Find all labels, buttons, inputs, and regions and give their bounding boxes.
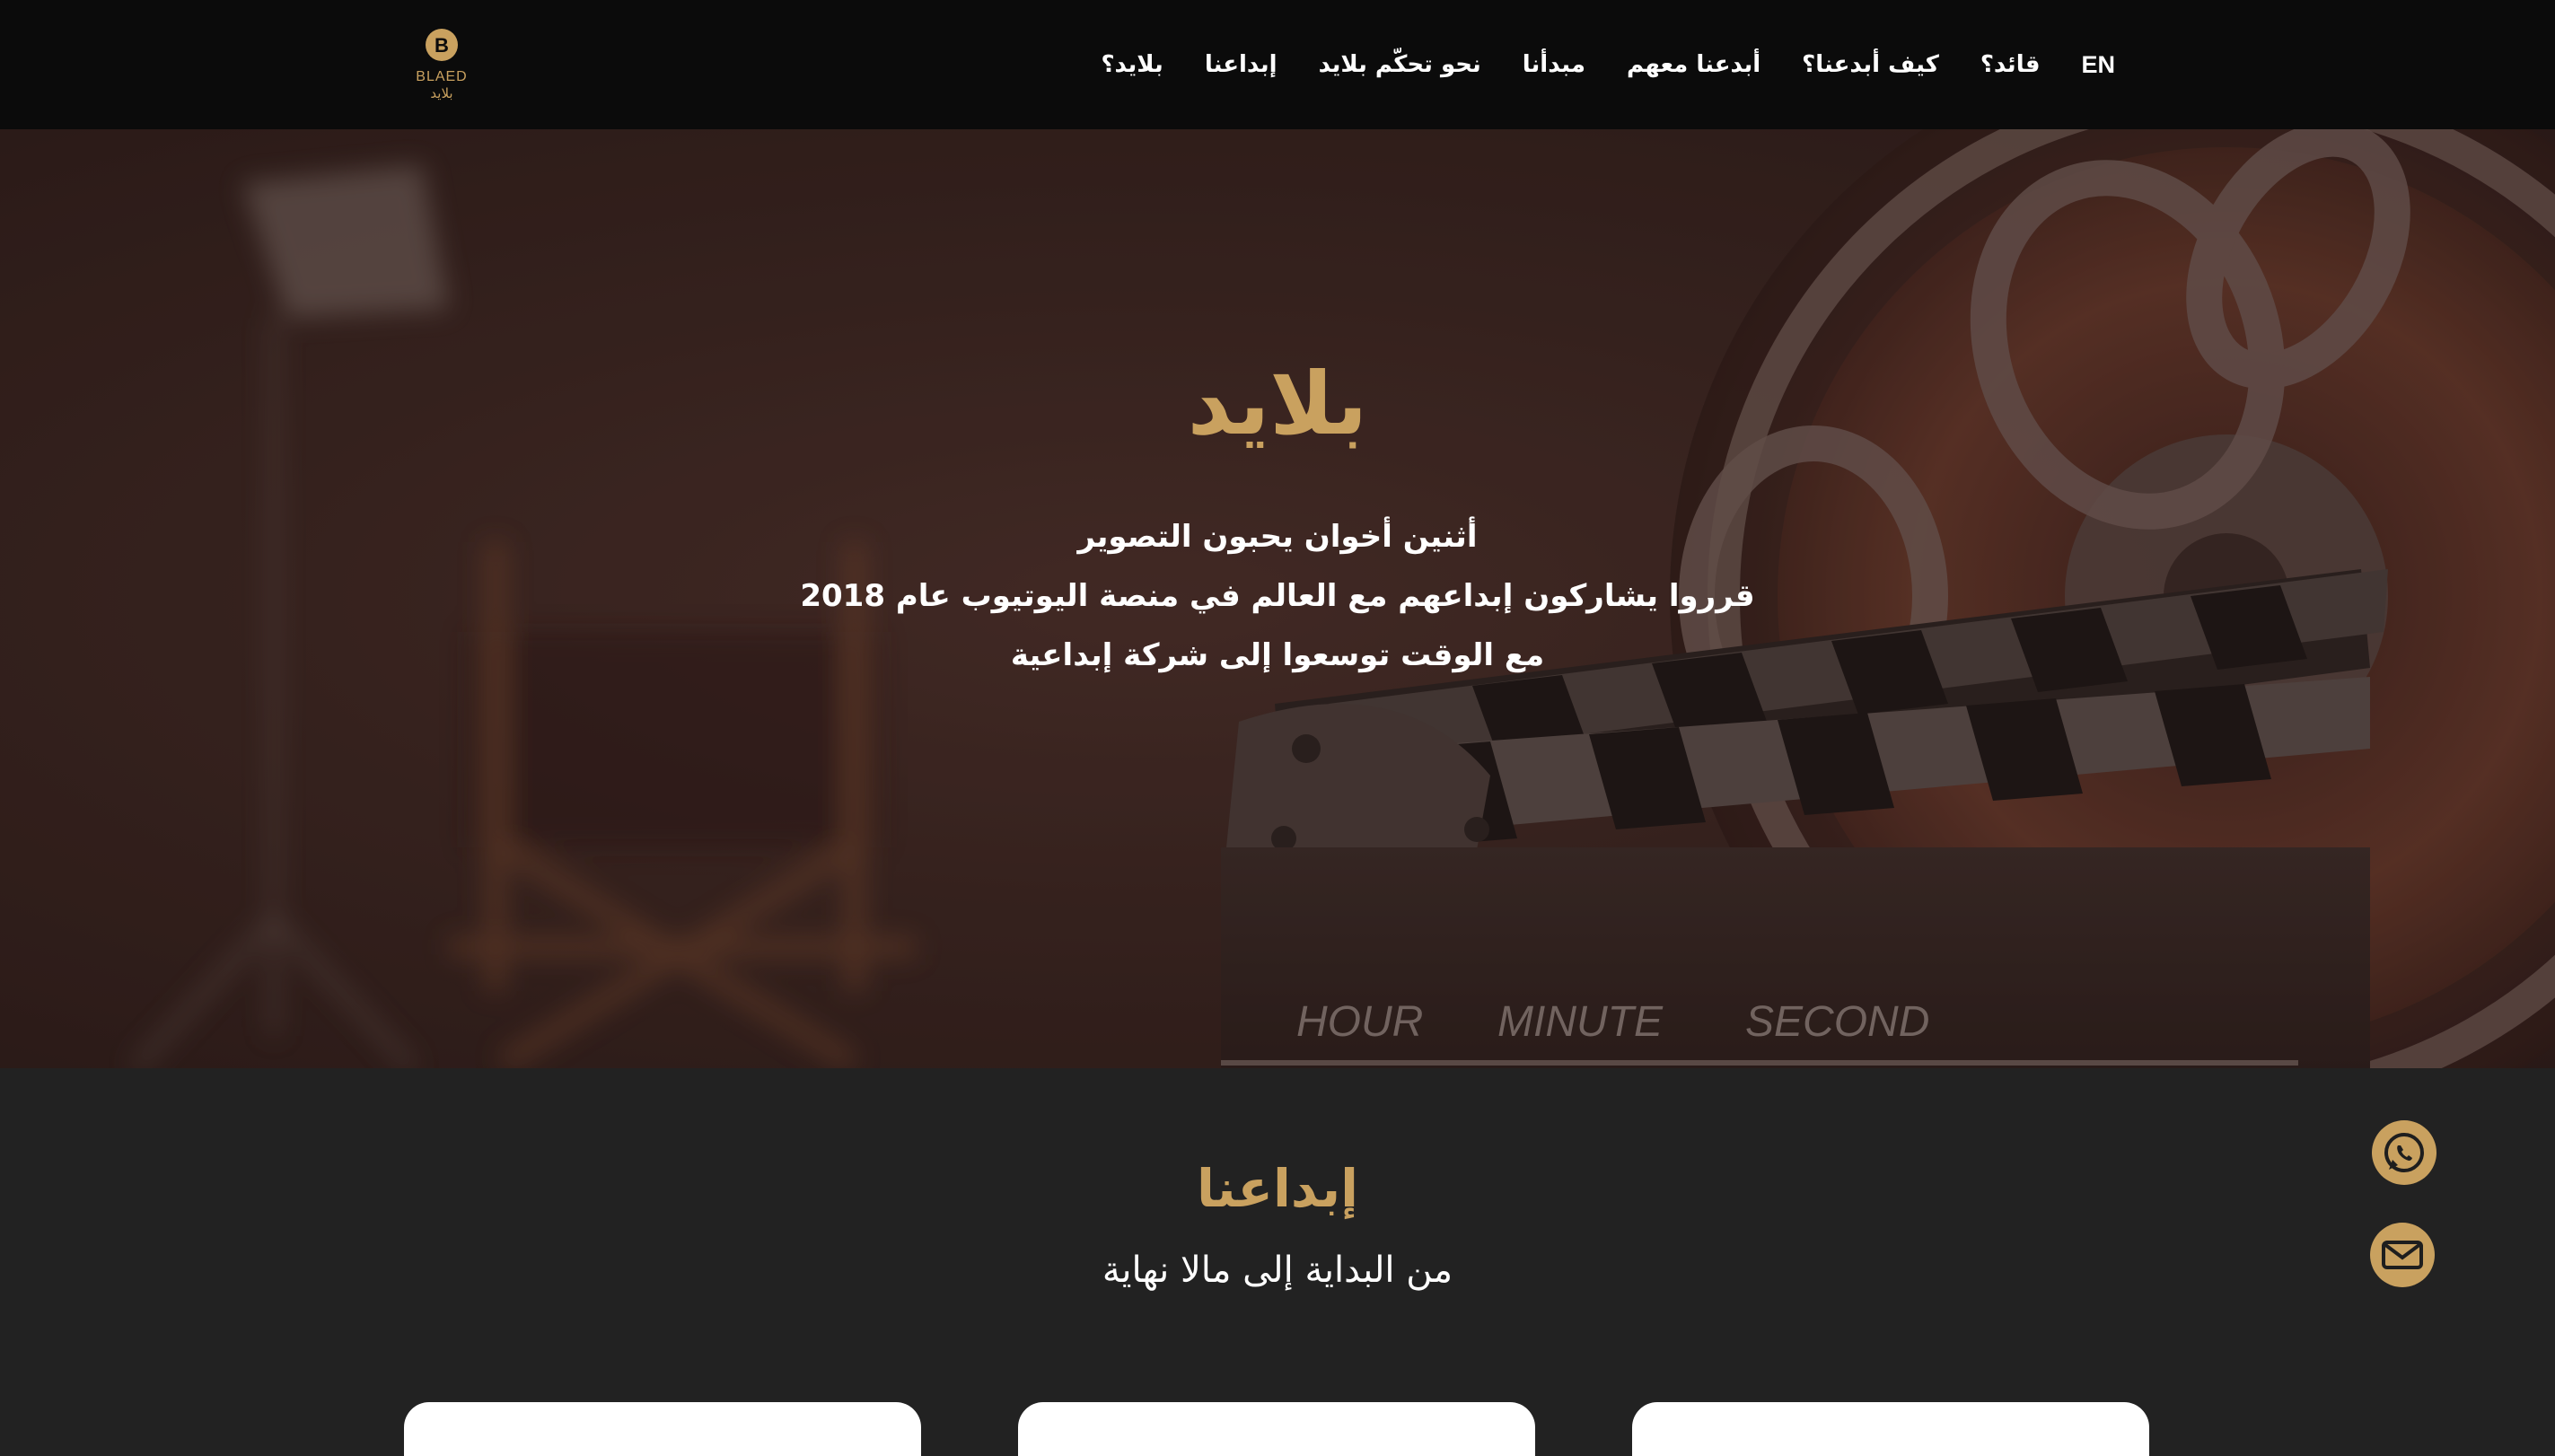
hero-line-1: أثنين أخوان يحبون التصوير bbox=[1077, 519, 1478, 555]
hero-title: بلايد bbox=[1187, 354, 1368, 454]
hero-line-2: قرروا يشاركون إبداعهم مع العالم في منصة … bbox=[800, 578, 1755, 614]
nav-item-our-principle[interactable]: مبدأنا bbox=[1523, 51, 1585, 78]
top-navbar: B BLAED بلايد بلايد؟ إبداعنا نحو تحكّم ب… bbox=[0, 0, 2555, 129]
brand-logo[interactable]: B BLAED بلايد bbox=[408, 27, 476, 102]
mail-icon bbox=[2382, 1241, 2423, 1269]
nav-item-our-creativity[interactable]: إبداعنا bbox=[1205, 51, 1278, 78]
creativity-card[interactable] bbox=[1632, 1402, 2149, 1456]
nav-item-partners[interactable]: أبدعنا معهم bbox=[1627, 51, 1760, 78]
whatsapp-icon bbox=[2384, 1133, 2424, 1172]
nav-item-blaed[interactable]: بلايد؟ bbox=[1101, 51, 1163, 78]
blaed-logo-icon: B BLAED بلايد bbox=[416, 29, 467, 101]
creativity-card[interactable] bbox=[1018, 1402, 1535, 1456]
nav-item-how-we-create[interactable]: كيف أبدعنا؟ bbox=[1802, 51, 1939, 78]
creativity-card[interactable] bbox=[404, 1402, 921, 1456]
whatsapp-button[interactable] bbox=[2372, 1120, 2436, 1185]
language-toggle[interactable]: EN bbox=[2081, 51, 2115, 79]
nav-item-leader[interactable]: قائد؟ bbox=[1980, 51, 2041, 78]
nav-item-blaed-control[interactable]: نحو تحكّم بلايد bbox=[1319, 51, 1481, 78]
logo-text-arabic: بلايد bbox=[430, 85, 452, 101]
email-button[interactable] bbox=[2370, 1223, 2435, 1287]
creativity-section: إبداعنا من البداية إلى مالا نهاية bbox=[0, 1068, 2555, 1456]
logo-text-latin: BLAED bbox=[416, 69, 467, 84]
section-title: إبداعنا bbox=[1196, 1158, 1359, 1219]
hero-line-3: مع الوقت توسعوا إلى شركة إبداعية bbox=[1010, 637, 1545, 673]
section-subtitle: من البداية إلى مالا نهاية bbox=[1102, 1250, 1453, 1291]
svg-text:B: B bbox=[435, 34, 449, 57]
nav-menu: بلايد؟ إبداعنا نحو تحكّم بلايد مبدأنا أب… bbox=[1101, 0, 2115, 129]
hero-section: HOUR MINUTE SECOND بلايد أثنين أخوان يحب… bbox=[0, 129, 2555, 1068]
